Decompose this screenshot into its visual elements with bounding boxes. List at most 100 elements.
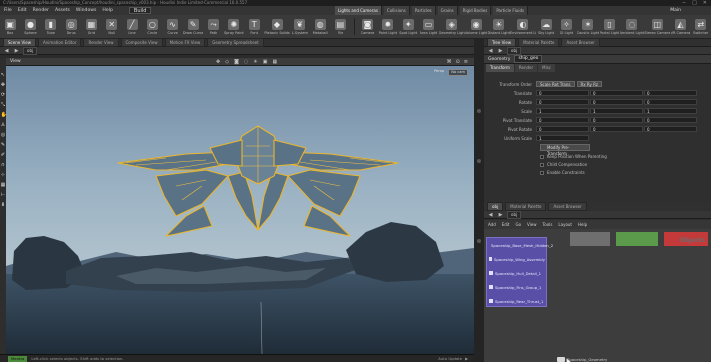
portal-light-tool-button[interactable]: ▯ Portal Light xyxy=(599,15,619,39)
move-tool-icon[interactable]: ✥ xyxy=(1,82,6,89)
camera-label[interactable]: Persp xyxy=(434,69,444,73)
network-node[interactable]: Spaceship_Base_Mesh_Hidden_2 xyxy=(489,242,553,248)
forward-arrow-icon[interactable]: ▶ xyxy=(13,48,20,54)
child-compensation-checkbox[interactable] xyxy=(540,162,544,167)
color-swatch-gray[interactable] xyxy=(570,232,610,246)
network-menu-item[interactable]: Tools xyxy=(543,222,553,227)
pane-tab[interactable]: Render View xyxy=(83,38,119,47)
parameter-field[interactable]: 0 xyxy=(536,126,589,132)
pane-tab[interactable]: Motion FX View xyxy=(164,38,206,47)
rotate-tool-icon[interactable]: ⟳ xyxy=(1,92,6,99)
parameter-field[interactable]: 0 xyxy=(590,99,643,105)
status-play-icon[interactable]: ▶ xyxy=(465,356,468,361)
menu-assets[interactable]: Assets xyxy=(55,8,70,13)
pane-tab[interactable]: Asset Browser xyxy=(561,38,600,47)
parameter-field[interactable]: 0 xyxy=(644,99,697,105)
environment-light-tool-button[interactable]: ◐Environment Light xyxy=(510,15,536,39)
menu-help[interactable]: Help xyxy=(102,8,112,13)
tab-misc[interactable]: Misc xyxy=(538,64,556,72)
view-tool-icon[interactable]: ◎ xyxy=(1,132,6,139)
tube-tool-button[interactable]: ▮ Tube xyxy=(41,15,61,39)
parameter-field[interactable]: 1 xyxy=(644,108,697,114)
shelf-tab[interactable]: Grains xyxy=(437,6,458,15)
torus-tool-button[interactable]: ◎ Torus xyxy=(61,15,81,39)
3d-viewport[interactable]: Persp No cam xyxy=(6,66,474,354)
tab-network-assets[interactable]: Asset Browser xyxy=(548,201,587,211)
camera-tool-button[interactable]: ◙ Camera xyxy=(357,15,377,39)
font-tool-button[interactable]: T Font xyxy=(244,15,264,39)
network-node[interactable]: Spaceship_Wing_Assembly xyxy=(489,256,545,262)
distant-light-tool-button[interactable]: ☀ Distant Light xyxy=(488,15,510,39)
network-menu-item[interactable]: Layout xyxy=(558,222,572,227)
grid-tool-button[interactable]: ▦ Grid xyxy=(81,15,101,39)
transform-order-select[interactable]: Scale Rot Trans xyxy=(536,81,575,87)
null-tool-button[interactable]: ✕ Null xyxy=(102,15,122,39)
brush-tool-icon[interactable]: ✐ xyxy=(1,152,6,159)
line-tool-button[interactable]: ╱ Line xyxy=(122,15,142,39)
ghost-icon[interactable]: ◌ xyxy=(244,59,248,65)
path-tool-button[interactable]: ⤳ Path xyxy=(203,15,223,39)
parameter-field[interactable]: 0 xyxy=(590,126,643,132)
ambient-light-tool-button[interactable]: ◌ Ambient Light xyxy=(620,15,644,39)
cam-menu-button[interactable]: No cam xyxy=(448,69,468,76)
param-path[interactable]: obj xyxy=(507,46,522,55)
network-editor[interactable]: Objects Spaceship_Base_Mesh_Hidden_2 Spac… xyxy=(484,229,711,362)
parameter-field[interactable]: 0 xyxy=(536,117,589,123)
spot-light-tool-button[interactable]: ✦ Spot Light xyxy=(398,15,418,39)
network-menu-item[interactable]: Help xyxy=(578,222,587,227)
wireframe-icon[interactable]: ◇ xyxy=(225,59,229,65)
network-menu-item[interactable]: Add xyxy=(488,222,496,227)
grid-toggle-icon[interactable]: ▦ xyxy=(273,59,278,65)
forward-arrow-icon[interactable]: ▶ xyxy=(497,212,504,218)
menu-windows[interactable]: Windows xyxy=(76,8,97,13)
grid-tool-icon[interactable]: ▦ xyxy=(1,182,6,189)
network-menu-item[interactable]: Go xyxy=(516,222,522,227)
point-light-tool-button[interactable]: ✹ Point Light xyxy=(378,15,398,39)
parameter-field[interactable]: 0 xyxy=(536,99,589,105)
caustic-light-tool-button[interactable]: ✶ Caustic Light xyxy=(577,15,599,39)
area-light-tool-button[interactable]: ▭ Area Light xyxy=(418,15,438,39)
gi-light-tool-button[interactable]: ✧ GI Light xyxy=(556,15,576,39)
menu-edit[interactable]: Edit xyxy=(18,8,27,13)
link-icon[interactable]: ⌘ xyxy=(447,59,452,65)
tab-network-obj[interactable]: obj xyxy=(487,201,504,211)
menu-icon[interactable]: ≡ xyxy=(464,59,468,65)
auto-update-toggle[interactable]: Auto Update xyxy=(438,356,462,361)
parameter-field[interactable]: 1 xyxy=(536,135,589,141)
sphere-tool-button[interactable]: ● Sphere xyxy=(20,15,40,39)
scale-tool-icon[interactable]: ⤡ xyxy=(1,102,6,109)
color-swatch-green[interactable] xyxy=(616,232,658,246)
display-options-icon[interactable]: ✥ xyxy=(216,59,220,65)
select-tool-icon[interactable]: ↖ xyxy=(1,72,6,79)
enable-constraints-checkbox[interactable] xyxy=(540,170,544,175)
pane-tab[interactable]: Animation Editor xyxy=(37,38,82,47)
shelf-tab[interactable]: Lights and Cameras xyxy=(335,6,382,15)
camera-view-icon[interactable]: ◙ xyxy=(234,59,239,65)
back-arrow-icon[interactable]: ◀ xyxy=(487,212,494,218)
keep-position-checkbox[interactable] xyxy=(540,154,544,159)
rotate-order-select[interactable]: Rx Ry Rz xyxy=(576,81,602,87)
curve-tool-button[interactable]: ∿ Curve xyxy=(163,15,183,39)
parameter-field[interactable]: 0 xyxy=(590,90,643,96)
network-node[interactable]: Spaceship_Fins_Group_1 xyxy=(489,284,545,290)
pin-icon[interactable]: ⊙ xyxy=(456,59,460,65)
magnet-tool-icon[interactable]: ∩ xyxy=(1,162,6,169)
shelf-tab[interactable]: Rigid Bodies xyxy=(459,6,492,15)
menu-file[interactable]: File xyxy=(4,8,12,13)
vr-camera-tool-button[interactable]: ◭ VR Camera xyxy=(670,15,690,39)
draw-curve-tool-button[interactable]: ✎ Draw Curve xyxy=(183,15,203,39)
network-node[interactable]: Spaceship_Rear_Thrust_1 xyxy=(489,298,545,304)
parameter-field[interactable]: 0 xyxy=(644,90,697,96)
paint-tool-icon[interactable]: ✎ xyxy=(1,142,6,149)
sky-light-tool-button[interactable]: ☁ Sky Light xyxy=(536,15,556,39)
node-name-field[interactable]: ship_geo xyxy=(514,55,543,63)
circle-tool-button[interactable]: ○ Circle xyxy=(142,15,162,39)
scene-path[interactable]: obj xyxy=(23,46,38,55)
network-path[interactable]: obj xyxy=(507,210,522,219)
parameter-field[interactable]: 0 xyxy=(590,117,643,123)
tab-render[interactable]: Render xyxy=(514,64,538,72)
stereo-camera-tool-button[interactable]: ◫ Stereo Camera xyxy=(644,15,670,39)
parameter-field[interactable]: 1 xyxy=(536,108,589,114)
file-tool-button[interactable]: ▤ File xyxy=(330,15,350,39)
lsystem-tool-button[interactable]: ❦ L-System xyxy=(290,15,310,39)
